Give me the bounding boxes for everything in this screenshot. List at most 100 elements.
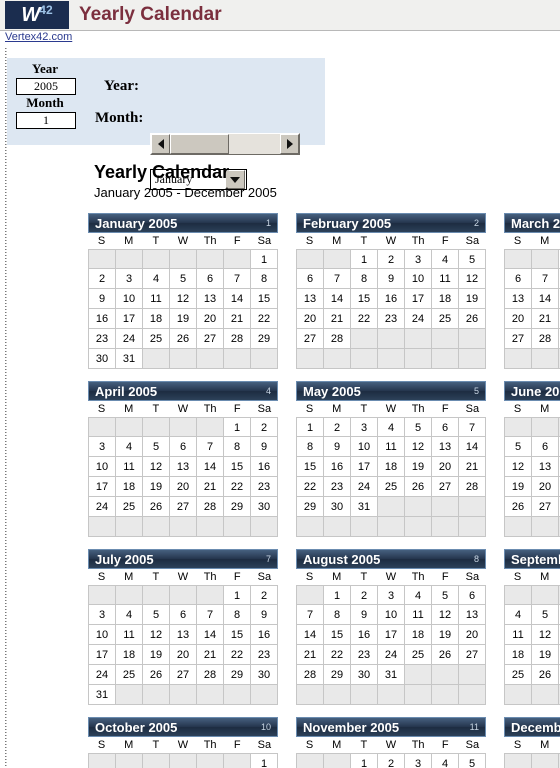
- day-cell[interactable]: 31: [116, 349, 143, 369]
- day-cell[interactable]: 23: [351, 645, 378, 665]
- day-cell[interactable]: 18: [116, 645, 143, 665]
- empty-day-cell[interactable]: [143, 517, 170, 537]
- day-cell[interactable]: 26: [143, 497, 170, 517]
- day-cell[interactable]: 28: [296, 665, 324, 685]
- day-cell[interactable]: 30: [324, 497, 351, 517]
- empty-day-cell[interactable]: [532, 585, 559, 605]
- empty-day-cell[interactable]: [459, 517, 486, 537]
- day-cell[interactable]: 6: [197, 269, 224, 289]
- day-cell[interactable]: 2: [324, 417, 351, 437]
- day-cell[interactable]: 25: [432, 309, 459, 329]
- day-cell[interactable]: 8: [224, 605, 251, 625]
- day-cell[interactable]: 18: [405, 625, 432, 645]
- day-cell[interactable]: 5: [143, 605, 170, 625]
- day-cell[interactable]: 10: [88, 625, 116, 645]
- day-cell[interactable]: 29: [224, 497, 251, 517]
- empty-day-cell[interactable]: [251, 517, 278, 537]
- empty-day-cell[interactable]: [459, 329, 486, 349]
- empty-day-cell[interactable]: [432, 517, 459, 537]
- empty-day-cell[interactable]: [197, 349, 224, 369]
- day-cell[interactable]: 12: [170, 289, 197, 309]
- empty-day-cell[interactable]: [197, 753, 224, 768]
- year-scrollbar[interactable]: [150, 133, 300, 155]
- day-cell[interactable]: 16: [378, 289, 405, 309]
- day-cell[interactable]: 20: [459, 625, 486, 645]
- day-cell[interactable]: 6: [170, 437, 197, 457]
- day-cell[interactable]: 18: [378, 457, 405, 477]
- empty-day-cell[interactable]: [224, 685, 251, 705]
- empty-day-cell[interactable]: [116, 685, 143, 705]
- day-cell[interactable]: 25: [116, 497, 143, 517]
- empty-day-cell[interactable]: [296, 753, 324, 768]
- day-cell[interactable]: 18: [432, 289, 459, 309]
- day-cell[interactable]: 3: [405, 753, 432, 768]
- day-cell[interactable]: 27: [170, 665, 197, 685]
- day-cell[interactable]: 29: [224, 665, 251, 685]
- day-cell[interactable]: 10: [88, 457, 116, 477]
- day-cell[interactable]: 26: [532, 665, 559, 685]
- empty-day-cell[interactable]: [251, 349, 278, 369]
- empty-day-cell[interactable]: [88, 517, 116, 537]
- day-cell[interactable]: 3: [351, 417, 378, 437]
- day-cell[interactable]: 9: [324, 437, 351, 457]
- day-cell[interactable]: 26: [143, 665, 170, 685]
- day-cell[interactable]: 22: [324, 645, 351, 665]
- empty-day-cell[interactable]: [296, 249, 324, 269]
- day-cell[interactable]: 16: [351, 625, 378, 645]
- day-cell[interactable]: 9: [251, 437, 278, 457]
- day-cell[interactable]: 2: [378, 249, 405, 269]
- year-value-cell[interactable]: 2005: [16, 78, 76, 95]
- day-cell[interactable]: 5: [532, 605, 559, 625]
- day-cell[interactable]: 17: [351, 457, 378, 477]
- empty-day-cell[interactable]: [459, 349, 486, 369]
- empty-day-cell[interactable]: [405, 329, 432, 349]
- day-cell[interactable]: 10: [351, 437, 378, 457]
- day-cell[interactable]: 15: [324, 625, 351, 645]
- day-cell[interactable]: 11: [378, 437, 405, 457]
- day-cell[interactable]: 25: [405, 645, 432, 665]
- empty-day-cell[interactable]: [324, 685, 351, 705]
- empty-day-cell[interactable]: [197, 685, 224, 705]
- empty-day-cell[interactable]: [296, 685, 324, 705]
- day-cell[interactable]: 9: [251, 605, 278, 625]
- day-cell[interactable]: 1: [351, 249, 378, 269]
- year-decrement-button[interactable]: [151, 134, 170, 154]
- day-cell[interactable]: 26: [170, 329, 197, 349]
- empty-day-cell[interactable]: [224, 517, 251, 537]
- day-cell[interactable]: 17: [88, 477, 116, 497]
- empty-day-cell[interactable]: [504, 517, 532, 537]
- empty-day-cell[interactable]: [296, 585, 324, 605]
- day-cell[interactable]: 21: [459, 457, 486, 477]
- day-cell[interactable]: 14: [224, 289, 251, 309]
- day-cell[interactable]: 8: [251, 269, 278, 289]
- day-cell[interactable]: 3: [88, 437, 116, 457]
- empty-day-cell[interactable]: [532, 685, 559, 705]
- day-cell[interactable]: 4: [116, 605, 143, 625]
- empty-day-cell[interactable]: [197, 585, 224, 605]
- day-cell[interactable]: 14: [197, 625, 224, 645]
- empty-day-cell[interactable]: [532, 417, 559, 437]
- day-cell[interactable]: 6: [296, 269, 324, 289]
- day-cell[interactable]: 27: [197, 329, 224, 349]
- empty-day-cell[interactable]: [143, 753, 170, 768]
- day-cell[interactable]: 12: [432, 605, 459, 625]
- empty-day-cell[interactable]: [324, 349, 351, 369]
- day-cell[interactable]: 21: [296, 645, 324, 665]
- day-cell[interactable]: 10: [116, 289, 143, 309]
- day-cell[interactable]: 12: [459, 269, 486, 289]
- day-cell[interactable]: 15: [351, 289, 378, 309]
- empty-day-cell[interactable]: [143, 417, 170, 437]
- day-cell[interactable]: 30: [251, 497, 278, 517]
- empty-day-cell[interactable]: [459, 497, 486, 517]
- day-cell[interactable]: 5: [459, 249, 486, 269]
- day-cell[interactable]: 14: [459, 437, 486, 457]
- day-cell[interactable]: 25: [504, 665, 532, 685]
- day-cell[interactable]: 12: [504, 457, 532, 477]
- day-cell[interactable]: 6: [504, 269, 532, 289]
- month-value-cell[interactable]: 1: [16, 112, 76, 129]
- day-cell[interactable]: 25: [116, 665, 143, 685]
- day-cell[interactable]: 19: [459, 289, 486, 309]
- day-cell[interactable]: 9: [88, 289, 116, 309]
- day-cell[interactable]: 9: [378, 269, 405, 289]
- day-cell[interactable]: 6: [432, 417, 459, 437]
